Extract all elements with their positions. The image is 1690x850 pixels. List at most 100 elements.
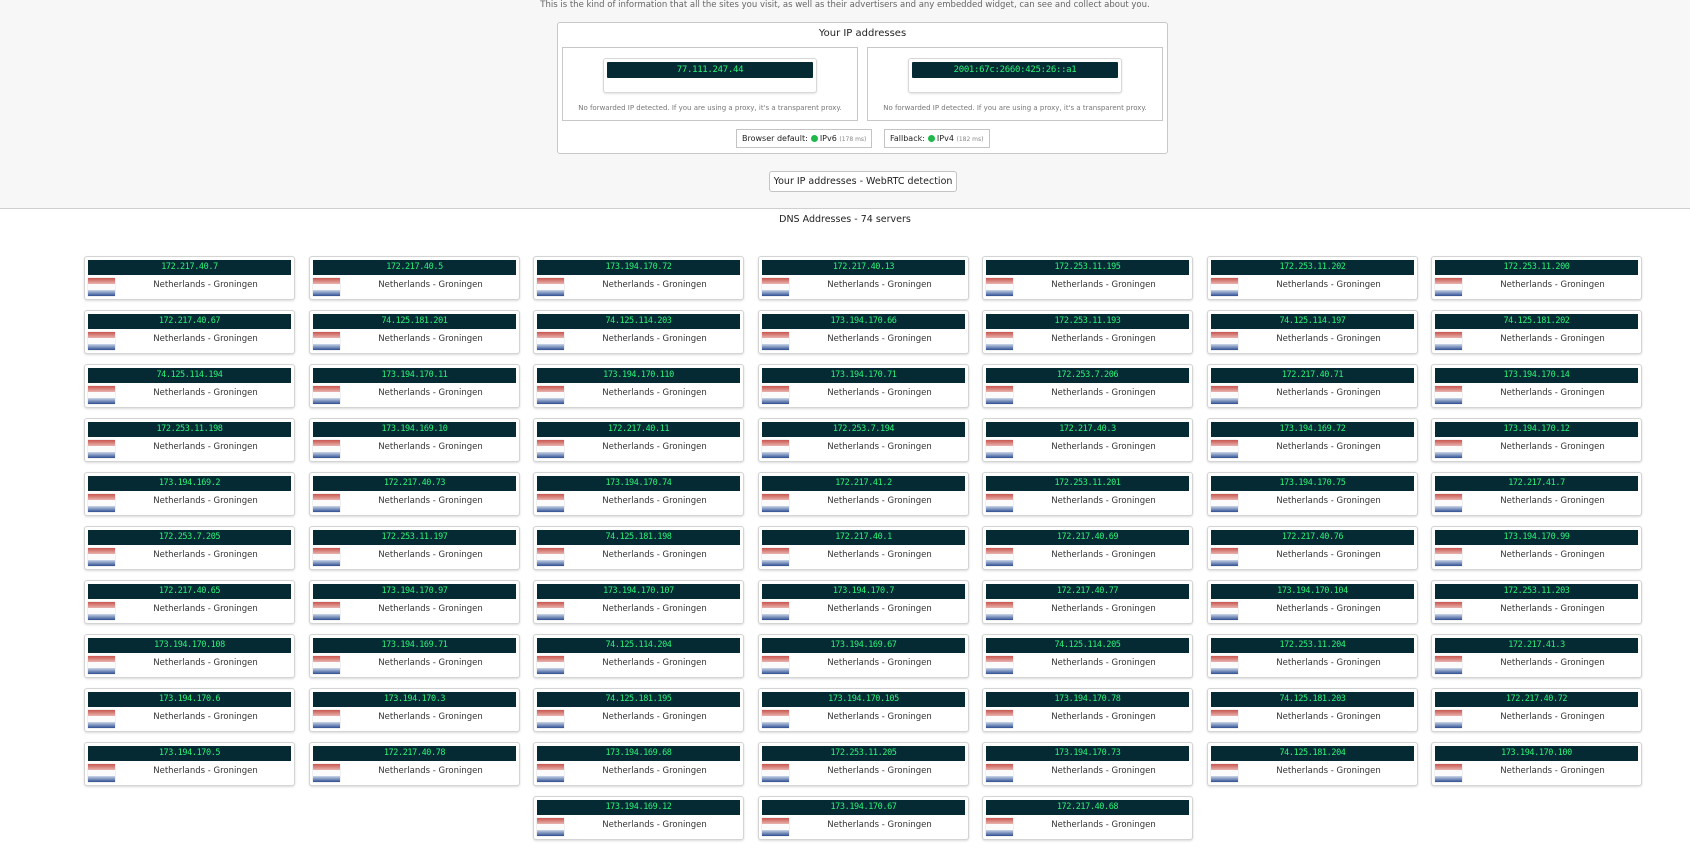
dns-server-location: Netherlands - Groningen [1276,496,1381,506]
dns-server-location: Netherlands - Groningen [153,442,258,452]
dns-server-card: 172.217.40.68 Netherlands - Groningen [982,796,1193,840]
dns-server-ip: 172.253.11.202 [1211,260,1414,275]
dns-server-card: 173.194.170.99 Netherlands - Groningen [1431,526,1642,570]
dns-server-location: Netherlands - Groningen [827,388,932,398]
dns-server-location: Netherlands - Groningen [1276,550,1381,560]
dns-server-ip: 172.217.40.3 [986,422,1189,437]
dns-server-ip: 172.217.40.76 [1211,530,1414,545]
dns-server-ip: 173.194.170.73 [986,746,1189,761]
dns-server-location: Netherlands - Groningen [378,496,483,506]
webrtc-detection-button[interactable]: Your IP addresses - WebRTC detection [769,171,957,192]
dns-server-card: 172.253.11.203 Netherlands - Groningen [1431,580,1642,624]
netherlands-flag-icon [986,548,1013,566]
dns-server-ip: 173.194.169.2 [88,476,291,491]
dns-server-card: 172.217.40.3 Netherlands - Groningen [982,418,1193,462]
dns-server-card: 172.253.7.194 Netherlands - Groningen [758,418,969,462]
fallback-label: Fallback: [890,134,925,143]
ip-addresses-panel: Your IP addresses 77.111.247.44 No forwa… [557,22,1168,154]
dns-server-ip: 74.125.114.204 [537,638,740,653]
dns-server-ip: 173.194.169.12 [537,800,740,815]
netherlands-flag-icon [986,764,1013,782]
dns-server-card: 173.194.170.3 Netherlands - Groningen [309,688,520,732]
netherlands-flag-icon [88,278,115,296]
netherlands-flag-icon [537,386,564,404]
dns-server-ip: 172.217.41.7 [1435,476,1638,491]
dns-server-card: 172.217.40.76 Netherlands - Groningen [1207,526,1418,570]
netherlands-flag-icon [762,494,789,512]
dns-server-location: Netherlands - Groningen [1276,604,1381,614]
dns-server-location: Netherlands - Groningen [602,442,707,452]
netherlands-flag-icon [1435,764,1462,782]
dns-server-card: 173.194.169.68 Netherlands - Groningen [533,742,744,786]
dns-server-card: 173.194.169.12 Netherlands - Groningen [533,796,744,840]
ipv6-forwarded-note: No forwarded IP detected. If you are usi… [883,104,1147,112]
dns-server-ip: 173.194.170.72 [537,260,740,275]
dns-server-ip: 172.253.11.204 [1211,638,1414,653]
dns-server-card: 172.217.40.13 Netherlands - Groningen [758,256,969,300]
dns-server-location: Netherlands - Groningen [1500,712,1605,722]
dns-server-ip: 173.194.170.99 [1435,530,1638,545]
netherlands-flag-icon [313,602,340,620]
dns-server-ip: 173.194.170.97 [313,584,516,599]
browser-default-proto: IPv6 [819,134,837,143]
dns-server-ip: 74.125.114.197 [1211,314,1414,329]
browser-default-ms: (178 ms) [839,136,867,143]
fallback-proto: IPv4 [936,134,954,143]
dns-server-card: 173.194.170.100 Netherlands - Groningen [1431,742,1642,786]
dns-server-location: Netherlands - Groningen [827,496,932,506]
netherlands-flag-icon [986,386,1013,404]
netherlands-flag-icon [1211,332,1238,350]
dns-server-card: 173.194.170.11 Netherlands - Groningen [309,364,520,408]
dns-server-ip: 172.217.40.72 [1435,692,1638,707]
netherlands-flag-icon [88,386,115,404]
dns-server-ip: 172.217.40.73 [313,476,516,491]
netherlands-flag-icon [762,710,789,728]
dns-server-location: Netherlands - Groningen [1051,388,1156,398]
dns-server-location: Netherlands - Groningen [1500,334,1605,344]
dns-server-card: 172.217.40.71 Netherlands - Groningen [1207,364,1418,408]
dns-server-location: Netherlands - Groningen [602,820,707,830]
ipv4-forwarded-note: No forwarded IP detected. If you are usi… [578,104,842,112]
dns-section-title: DNS Addresses - 74 servers [779,214,911,225]
dns-server-card: 172.217.40.77 Netherlands - Groningen [982,580,1193,624]
netherlands-flag-icon [1211,602,1238,620]
dns-server-card: 173.194.170.66 Netherlands - Groningen [758,310,969,354]
dns-server-ip: 172.253.11.203 [1435,584,1638,599]
dns-server-ip: 173.194.169.67 [762,638,965,653]
dns-server-location: Netherlands - Groningen [378,442,483,452]
dns-server-ip: 172.217.40.1 [762,530,965,545]
dns-server-location: Netherlands - Groningen [153,388,258,398]
dns-server-ip: 74.125.114.203 [537,314,740,329]
dns-server-ip: 172.217.40.5 [313,260,516,275]
dns-server-card: 173.194.169.71 Netherlands - Groningen [309,634,520,678]
dns-server-ip: 173.194.170.100 [1435,746,1638,761]
dns-server-location: Netherlands - Groningen [378,712,483,722]
dns-server-ip: 172.253.7.206 [986,368,1189,383]
dns-server-location: Netherlands - Groningen [1500,442,1605,452]
dns-server-ip: 172.253.7.205 [88,530,291,545]
dns-server-location: Netherlands - Groningen [1500,280,1605,290]
dns-server-location: Netherlands - Groningen [1500,496,1605,506]
dns-server-location: Netherlands - Groningen [378,280,483,290]
dns-server-card: 173.194.169.72 Netherlands - Groningen [1207,418,1418,462]
dns-server-ip: 172.253.11.205 [762,746,965,761]
dns-server-card: 173.194.169.67 Netherlands - Groningen [758,634,969,678]
dns-server-card: 172.253.11.195 Netherlands - Groningen [982,256,1193,300]
dns-server-ip: 74.125.181.203 [1211,692,1414,707]
dns-server-location: Netherlands - Groningen [153,766,258,776]
netherlands-flag-icon [1435,332,1462,350]
dns-server-location: Netherlands - Groningen [602,496,707,506]
dns-server-card: 74.125.181.195 Netherlands - Groningen [533,688,744,732]
dns-server-card: 172.253.7.205 Netherlands - Groningen [84,526,295,570]
ip-info-section: This is the kind of information that all… [0,0,1690,209]
dns-server-ip: 74.125.181.202 [1435,314,1638,329]
dns-server-ip: 173.194.170.108 [88,638,291,653]
dns-server-card: 74.125.181.198 Netherlands - Groningen [533,526,744,570]
dns-server-location: Netherlands - Groningen [153,280,258,290]
netherlands-flag-icon [313,332,340,350]
dns-server-ip: 173.194.170.75 [1211,476,1414,491]
dns-server-ip: 172.217.40.71 [1211,368,1414,383]
netherlands-flag-icon [1211,278,1238,296]
netherlands-flag-icon [313,440,340,458]
dns-server-location: Netherlands - Groningen [153,712,258,722]
